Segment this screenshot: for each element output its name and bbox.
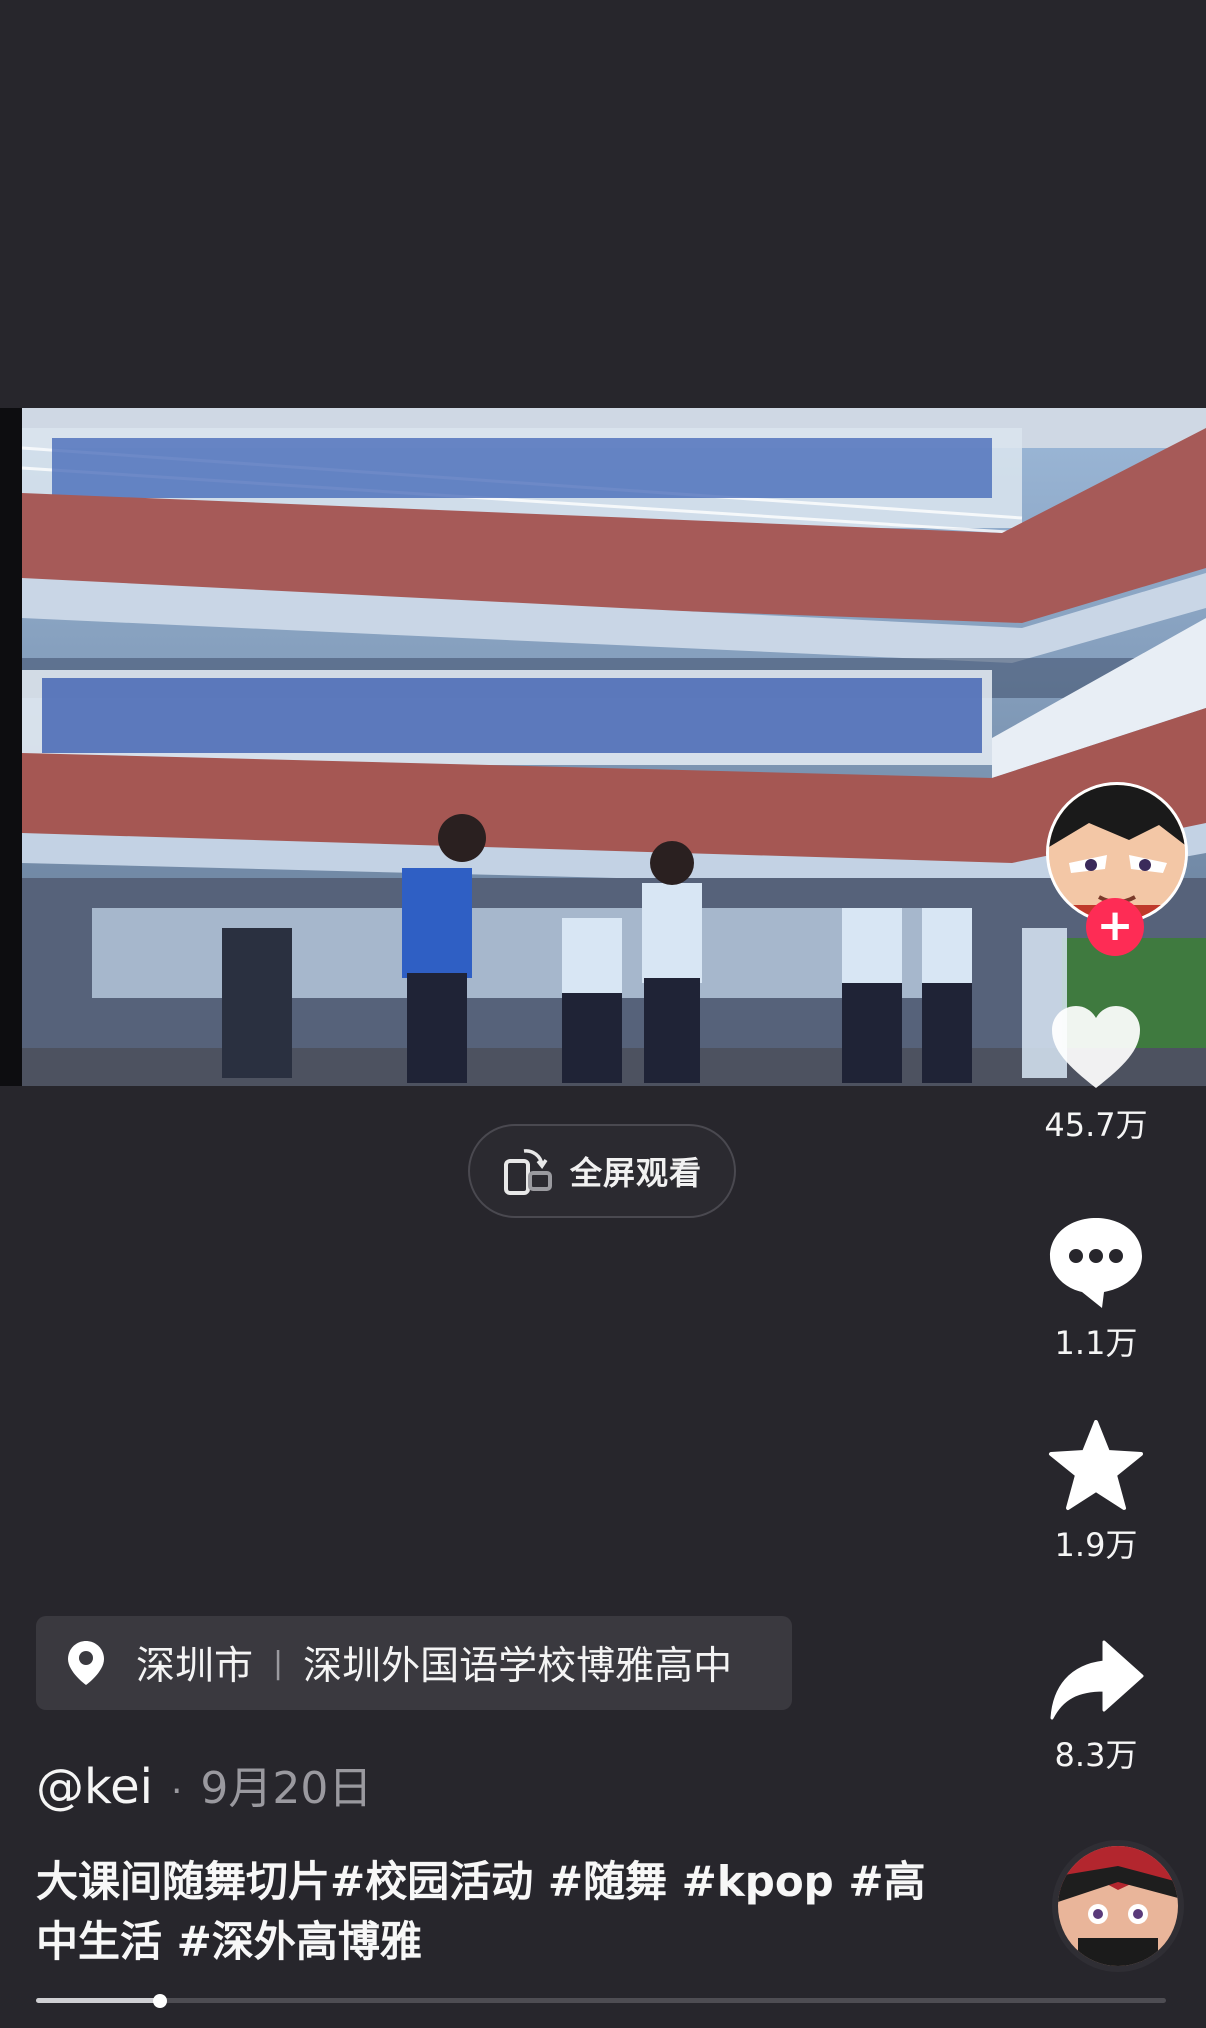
progress-scrubber[interactable] [153, 1994, 168, 2008]
rotate-phone-icon [503, 1149, 552, 1195]
music-disc[interactable] [1052, 1840, 1184, 1972]
comment-icon[interactable] [1046, 1214, 1146, 1310]
favorite-count: 1.9万 [1054, 1526, 1138, 1564]
favorite-action[interactable]: 1.9万 [986, 1420, 1206, 1566]
comment-action[interactable]: 1.1万 [986, 1214, 1206, 1364]
location-city: 深圳市 [136, 1644, 254, 1689]
progress-track[interactable] [36, 1998, 1166, 2003]
post-caption[interactable]: 大课间随舞切片#校园活动 #随舞 #kpop #高中生活 #深外高博雅 [36, 1852, 936, 1972]
author-name[interactable]: @kei [36, 1759, 153, 1815]
creator-avatar-group[interactable]: + [1046, 782, 1188, 956]
video-player[interactable] [22, 408, 1206, 1086]
progress-fill [36, 1998, 161, 2003]
location-tag[interactable]: 深圳市 | 深圳外国语学校博雅高中 [36, 1616, 792, 1710]
meta-dot: · [170, 1771, 183, 1812]
location-separator: | [273, 1645, 284, 1681]
video-frame [22, 408, 1206, 1086]
fullscreen-button[interactable]: 全屏观看 [468, 1124, 736, 1218]
location-pin-icon [68, 1641, 104, 1685]
share-action[interactable]: 8.3万 [986, 1638, 1206, 1776]
author-row: @kei · 9月20日 [36, 1752, 372, 1816]
like-count: 45.7万 [1044, 1106, 1148, 1144]
like-action[interactable]: 45.7万 [986, 1004, 1206, 1146]
share-icon[interactable] [1048, 1638, 1144, 1722]
share-count: 8.3万 [1054, 1736, 1138, 1774]
comment-count: 1.1万 [1054, 1324, 1138, 1362]
post-date: 9月20日 [200, 1763, 373, 1814]
star-icon[interactable] [1048, 1420, 1144, 1512]
heart-icon[interactable] [1048, 1004, 1144, 1092]
video-left-edge [0, 408, 22, 1086]
fullscreen-label: 全屏观看 [569, 1154, 702, 1192]
location-place: 深圳外国语学校博雅高中 [303, 1644, 733, 1689]
follow-button[interactable]: + [1086, 898, 1144, 956]
